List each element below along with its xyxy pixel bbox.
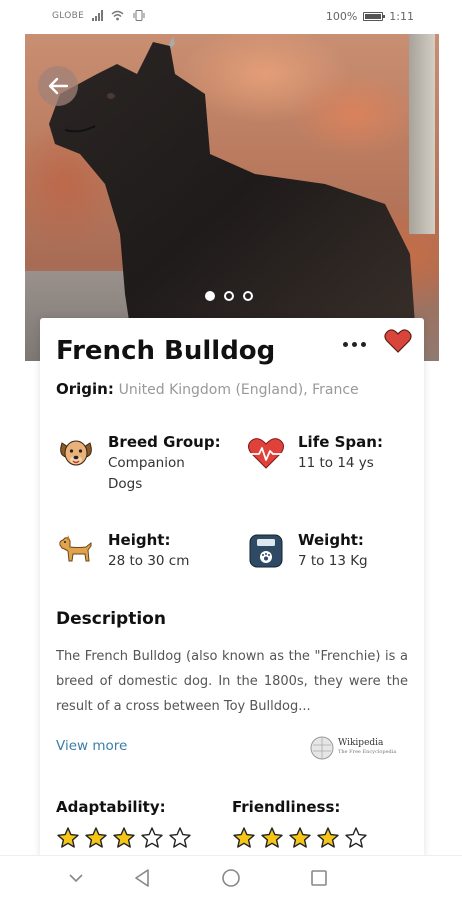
star-filled-icon bbox=[57, 827, 79, 848]
life-span-label: Life Span: bbox=[298, 433, 383, 451]
wifi-icon bbox=[111, 10, 124, 21]
stat-breed-group: Breed Group: Companion Dogs bbox=[56, 433, 221, 495]
status-right: 100% 1:11 bbox=[326, 10, 414, 23]
status-bar: GLOBE 100% 1:11 bbox=[0, 0, 462, 34]
adaptability-stars bbox=[56, 826, 192, 850]
breed-card: French Bulldog Origin: United Kingdom (E… bbox=[40, 318, 424, 858]
carousel-dot[interactable] bbox=[205, 291, 215, 301]
square-recents-icon bbox=[311, 870, 327, 886]
arrow-left-icon bbox=[48, 77, 69, 95]
star-empty-icon bbox=[169, 827, 191, 848]
back-button[interactable] bbox=[38, 66, 78, 106]
rating-adaptability: Adaptability: bbox=[56, 798, 192, 850]
star-filled-icon bbox=[261, 827, 283, 848]
description-title: Description bbox=[56, 609, 166, 629]
star-filled-icon bbox=[317, 827, 339, 848]
nav-home-button[interactable] bbox=[219, 866, 243, 890]
breed-group-value-1: Companion bbox=[108, 455, 185, 471]
wikipedia-globe-icon bbox=[310, 736, 334, 760]
stat-height: Height: 28 to 30 cm bbox=[56, 531, 189, 572]
chevron-down-icon bbox=[69, 874, 83, 883]
friendliness-stars bbox=[232, 826, 368, 850]
battery-icon bbox=[363, 12, 386, 21]
breed-name: French Bulldog bbox=[56, 336, 276, 366]
friendliness-label: Friendliness: bbox=[232, 798, 341, 816]
rating-friendliness: Friendliness: bbox=[232, 798, 368, 850]
breed-group-value-2: Dogs bbox=[108, 476, 143, 492]
heartbeat-icon bbox=[248, 438, 284, 469]
system-nav-bar bbox=[0, 855, 462, 900]
description-text: The French Bulldog (also known as the "F… bbox=[56, 649, 408, 714]
nav-recents-button[interactable] bbox=[307, 866, 331, 890]
more-options-icon[interactable] bbox=[343, 338, 371, 350]
signal-icon bbox=[92, 10, 104, 21]
origin-value: United Kingdom (England), France bbox=[118, 382, 359, 398]
weight-value: 7 to 13 Kg bbox=[298, 553, 368, 569]
wikipedia-logo[interactable]: Wikipedia The Free Encyclopedia bbox=[310, 736, 396, 760]
dog-face-icon bbox=[60, 440, 92, 466]
nav-back-button[interactable] bbox=[130, 866, 154, 890]
star-empty-icon bbox=[141, 827, 163, 848]
scale-icon bbox=[249, 534, 283, 568]
star-filled-icon bbox=[85, 827, 107, 848]
star-empty-icon bbox=[345, 827, 367, 848]
stat-weight: Weight: 7 to 13 Kg bbox=[246, 531, 368, 572]
breed-group-label: Breed Group: bbox=[108, 433, 221, 451]
weight-label: Weight: bbox=[298, 531, 364, 549]
height-label: Height: bbox=[108, 531, 171, 549]
dog-icon bbox=[59, 535, 92, 562]
nav-collapse-button[interactable] bbox=[64, 866, 88, 890]
height-value: 28 to 30 cm bbox=[108, 553, 190, 569]
wikipedia-tagline: The Free Encyclopedia bbox=[338, 749, 397, 755]
star-filled-icon bbox=[289, 827, 311, 848]
battery-percent: 100% bbox=[325, 10, 358, 23]
dog-silhouette bbox=[49, 36, 415, 361]
star-filled-icon bbox=[233, 827, 255, 848]
status-left: GLOBE bbox=[52, 10, 146, 21]
breed-photo bbox=[25, 34, 439, 361]
carousel-indicator bbox=[205, 291, 253, 301]
star-filled-icon bbox=[113, 827, 135, 848]
circle-home-icon bbox=[222, 869, 240, 887]
carrier-name: GLOBE bbox=[52, 10, 85, 21]
triangle-back-icon bbox=[135, 869, 149, 887]
carousel-dot[interactable] bbox=[243, 291, 253, 301]
wikipedia-wordmark: Wikipedia bbox=[338, 738, 384, 748]
favorite-heart-icon[interactable] bbox=[384, 328, 412, 354]
life-span-value: 11 to 14 ys bbox=[298, 455, 374, 471]
origin-label: Origin: bbox=[56, 380, 114, 398]
vibrate-icon bbox=[133, 10, 145, 21]
origin-row: Origin: United Kingdom (England), France bbox=[56, 380, 359, 398]
view-more-link[interactable]: View more bbox=[56, 738, 127, 754]
carousel-dot[interactable] bbox=[224, 291, 234, 301]
adaptability-label: Adaptability: bbox=[56, 798, 166, 816]
clock: 1:11 bbox=[389, 10, 414, 23]
stat-life-span: Life Span: 11 to 14 ys bbox=[246, 433, 383, 474]
